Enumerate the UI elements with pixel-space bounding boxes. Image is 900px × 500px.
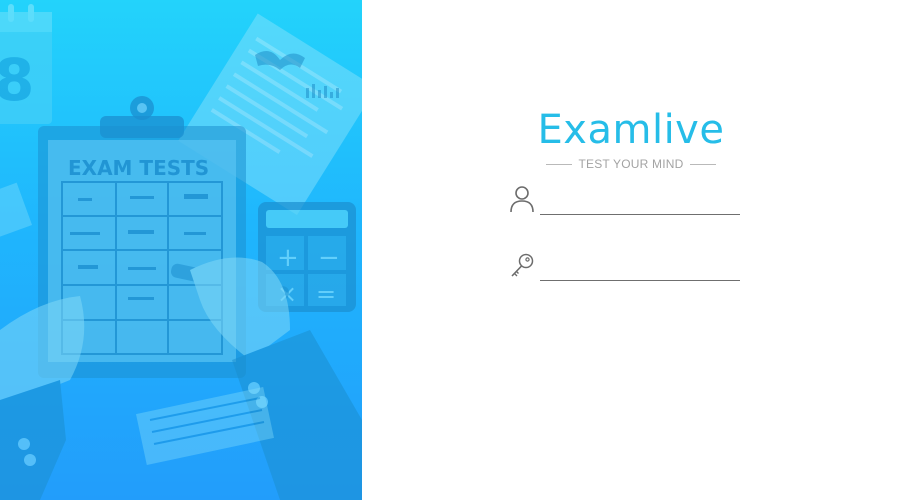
calculator-key-equals: =	[316, 280, 336, 308]
user-icon	[510, 186, 534, 213]
tagline-text: TEST YOUR MIND	[578, 157, 684, 171]
password-field	[508, 250, 744, 286]
calculator-key-plus: +	[277, 243, 299, 273]
clipboard-heading: EXAM TESTS	[68, 156, 209, 180]
tagline: TEST YOUR MIND	[362, 156, 900, 172]
calendar-digit: 8	[0, 46, 34, 114]
hero-illustration: 8 EXAM TESTS + − =	[0, 0, 362, 500]
tagline-rule-right	[689, 163, 716, 165]
username-input[interactable]	[540, 188, 740, 215]
small-paper-icon	[0, 182, 33, 241]
app-title: Examlive	[537, 107, 725, 153]
password-input[interactable]	[540, 254, 740, 281]
login-panel: Examlive TEST YOUR MIND	[362, 0, 900, 500]
username-field	[508, 184, 744, 220]
key-icon	[511, 253, 534, 277]
calendar-icon: 8	[0, 4, 52, 124]
exam-illustration: 8 EXAM TESTS + − =	[0, 4, 362, 500]
tagline-rule-left	[546, 163, 573, 165]
notebook-icon	[136, 387, 274, 465]
calculator-key-minus: −	[318, 243, 340, 273]
